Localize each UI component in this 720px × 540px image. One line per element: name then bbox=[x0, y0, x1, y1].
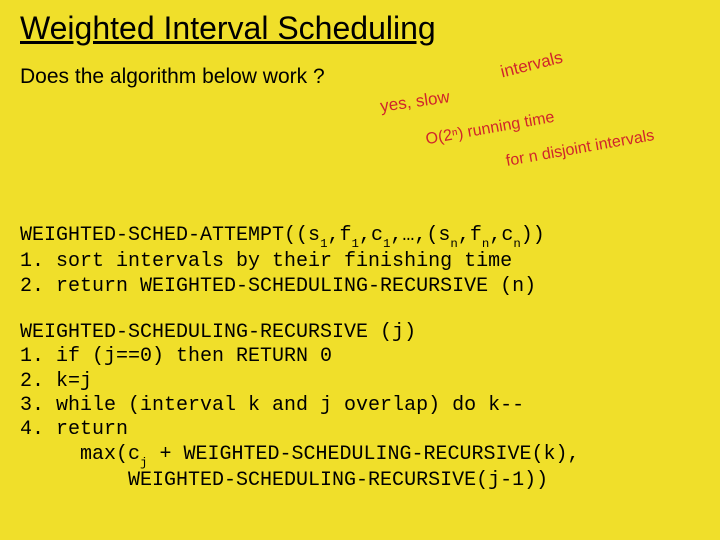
sub: n bbox=[513, 237, 520, 251]
t: )) bbox=[521, 224, 545, 247]
pseudocode: WEIGHTED-SCHED-ATTEMPT((s1,f1,c1,…,(sn,f… bbox=[20, 224, 700, 493]
sub: 1 bbox=[352, 237, 359, 251]
code1-header: WEIGHTED-SCHED-ATTEMPT((s1,f1,c1,…,(sn,f… bbox=[20, 224, 545, 247]
sub: j bbox=[140, 456, 147, 470]
t: ,f bbox=[328, 224, 352, 247]
page-title: Weighted Interval Scheduling bbox=[20, 10, 700, 47]
t: ,c bbox=[359, 224, 383, 247]
sub: n bbox=[450, 237, 457, 251]
annotation-yes-slow: yes, slow bbox=[379, 87, 451, 117]
code1-line2: 2. return WEIGHTED-SCHEDULING-RECURSIVE … bbox=[20, 275, 536, 298]
code1-line1: 1. sort intervals by their finishing tim… bbox=[20, 250, 512, 273]
t: WEIGHTED-SCHED-ATTEMPT((s bbox=[20, 224, 320, 247]
code2-line6: WEIGHTED-SCHEDULING-RECURSIVE(j-1)) bbox=[20, 469, 548, 492]
code2-line2: 2. k=j bbox=[20, 370, 92, 393]
sub: 1 bbox=[320, 237, 327, 251]
code2-line1: 1. if (j==0) then RETURN 0 bbox=[20, 345, 332, 368]
code2-line4: 4. return bbox=[20, 418, 128, 441]
gap bbox=[20, 299, 700, 321]
annotation-disjoint: for n disjoint intervals bbox=[505, 127, 656, 171]
slide: Weighted Interval Scheduling Does the al… bbox=[0, 0, 720, 540]
t: max(c bbox=[20, 443, 140, 466]
code2-header: WEIGHTED-SCHEDULING-RECURSIVE (j) bbox=[20, 321, 416, 344]
sub: 1 bbox=[383, 237, 390, 251]
t: ,f bbox=[458, 224, 482, 247]
sub: n bbox=[482, 237, 489, 251]
annotation-area: yes, slow O(2ⁿ) running time for n disjo… bbox=[350, 60, 720, 180]
t: + WEIGHTED-SCHEDULING-RECURSIVE(k), bbox=[147, 443, 579, 466]
t: ,c bbox=[489, 224, 513, 247]
t: ,…,(s bbox=[390, 224, 450, 247]
code2-line3: 3. while (interval k and j overlap) do k… bbox=[20, 394, 524, 417]
code2-line5: max(cj + WEIGHTED-SCHEDULING-RECURSIVE(k… bbox=[20, 443, 580, 466]
annotation-complexity: O(2ⁿ) running time bbox=[424, 109, 555, 149]
